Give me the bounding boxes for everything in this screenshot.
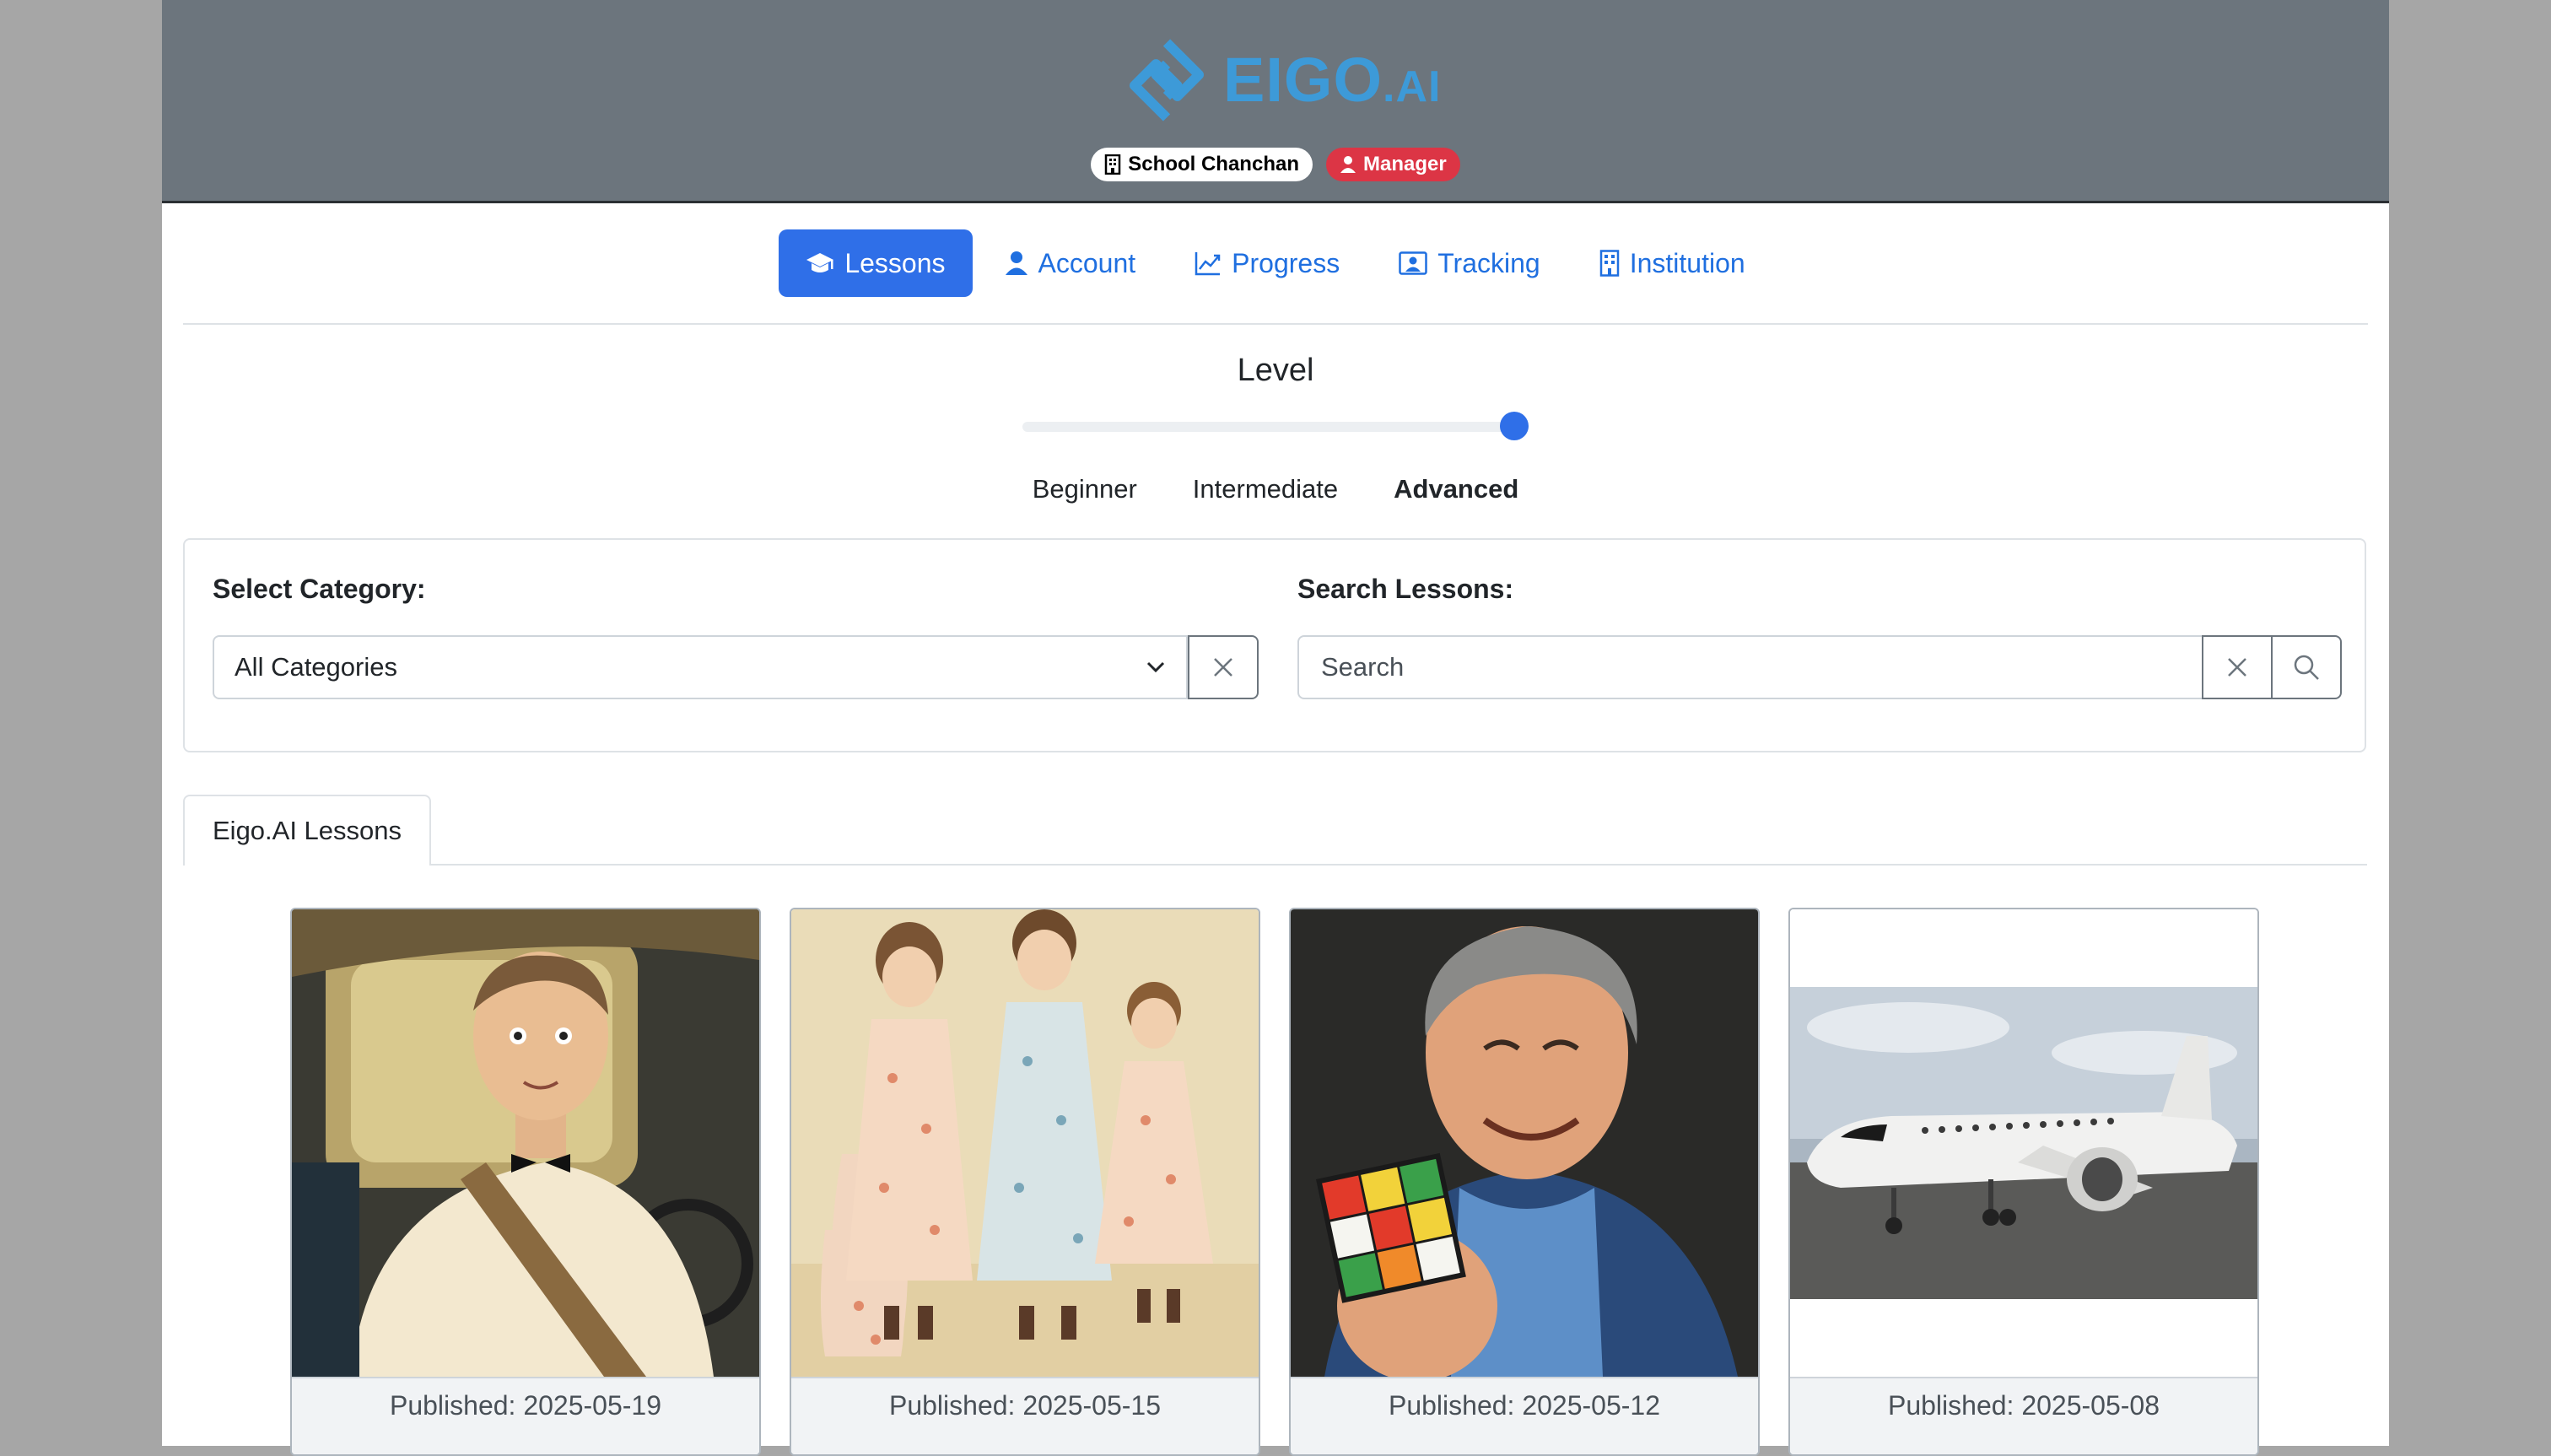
lesson-thumbnail[interactable] bbox=[791, 909, 1259, 1377]
lesson-published-date: Published: 2025-05-08 bbox=[1790, 1377, 2257, 1454]
chart-line-icon bbox=[1195, 252, 1221, 276]
nav-progress-label: Progress bbox=[1232, 247, 1340, 278]
search-field[interactable] bbox=[1297, 635, 2203, 699]
category-select[interactable]: All Categories bbox=[213, 635, 1188, 699]
logo-text: EIGO.AI bbox=[1223, 45, 1442, 115]
nav-account-label: Account bbox=[1038, 247, 1136, 278]
search-input[interactable] bbox=[1319, 651, 2182, 683]
level-title: Level bbox=[1237, 353, 1314, 388]
nav-institution-label: Institution bbox=[1629, 247, 1745, 278]
main-nav: Lessons Account Progress Tracking Instit… bbox=[162, 229, 2389, 297]
level-slider-track[interactable] bbox=[1022, 422, 1529, 432]
lesson-thumbnail[interactable] bbox=[1291, 909, 1758, 1377]
person-badge-icon bbox=[1399, 251, 1427, 275]
lesson-card[interactable]: Published: 2025-05-19 bbox=[290, 908, 761, 1456]
close-icon bbox=[1214, 658, 1232, 677]
graduation-cap-icon bbox=[806, 253, 834, 272]
lesson-card[interactable]: Published: 2025-05-15 bbox=[790, 908, 1260, 1456]
person-icon bbox=[1005, 251, 1027, 275]
eigo-logo-mark-icon bbox=[1130, 39, 1204, 121]
level-option-intermediate[interactable]: Intermediate bbox=[1193, 474, 1338, 504]
category-select-value: All Categories bbox=[235, 652, 397, 682]
institution-name: School Chanchan bbox=[1128, 153, 1299, 175]
level-labels: Beginner Intermediate Advanced bbox=[162, 474, 2389, 504]
search-button[interactable] bbox=[2271, 635, 2342, 699]
app-header: EIGO.AI School Chanchan Manager bbox=[162, 0, 2389, 203]
lesson-published-date: Published: 2025-05-19 bbox=[292, 1377, 759, 1454]
search-icon bbox=[2294, 655, 2319, 680]
nav-progress[interactable]: Progress bbox=[1168, 229, 1367, 297]
lesson-card[interactable]: Published: 2025-05-08 bbox=[1788, 908, 2259, 1456]
role-name: Manager bbox=[1362, 153, 1447, 175]
nav-lessons[interactable]: Lessons bbox=[779, 229, 973, 297]
nav-tracking[interactable]: Tracking bbox=[1372, 229, 1567, 297]
header-badges: School Chanchan Manager bbox=[162, 148, 2389, 181]
level-slider-thumb[interactable] bbox=[1500, 412, 1529, 440]
nav-divider bbox=[183, 323, 2368, 325]
nav-account[interactable]: Account bbox=[978, 229, 1163, 297]
lesson-card[interactable]: Published: 2025-05-12 bbox=[1289, 908, 1760, 1456]
lesson-thumbnail[interactable] bbox=[292, 909, 759, 1377]
clear-category-button[interactable] bbox=[1188, 635, 1259, 699]
close-icon bbox=[2228, 658, 2246, 677]
nav-tracking-label: Tracking bbox=[1437, 247, 1540, 278]
level-option-advanced[interactable]: Advanced bbox=[1394, 474, 1518, 504]
level-option-beginner[interactable]: Beginner bbox=[1033, 474, 1137, 504]
chevron-down-icon bbox=[1146, 661, 1165, 673]
building-icon bbox=[1105, 154, 1121, 175]
search-label: Search Lessons: bbox=[1297, 574, 1514, 604]
tab-divider bbox=[430, 864, 2367, 866]
nav-institution[interactable]: Institution bbox=[1572, 229, 1772, 297]
person-icon bbox=[1340, 156, 1356, 173]
lesson-published-date: Published: 2025-05-12 bbox=[1291, 1377, 1758, 1454]
category-label: Select Category: bbox=[213, 574, 426, 604]
filter-panel: Select Category: All Categories Search L… bbox=[183, 538, 2366, 752]
clear-search-button[interactable] bbox=[2202, 635, 2273, 699]
lesson-thumbnail[interactable] bbox=[1790, 909, 2257, 1377]
eigo-logo[interactable]: EIGO.AI bbox=[1122, 34, 1442, 127]
lesson-published-date: Published: 2025-05-15 bbox=[791, 1377, 1259, 1454]
building-icon bbox=[1599, 250, 1619, 277]
role-badge: Manager bbox=[1325, 148, 1460, 181]
tab-eigo-lessons[interactable]: Eigo.AI Lessons bbox=[183, 795, 432, 866]
nav-lessons-label: Lessons bbox=[844, 247, 946, 278]
institution-badge: School Chanchan bbox=[1091, 148, 1313, 181]
app-page: EIGO.AI School Chanchan Manager Lessons … bbox=[162, 0, 2389, 1456]
